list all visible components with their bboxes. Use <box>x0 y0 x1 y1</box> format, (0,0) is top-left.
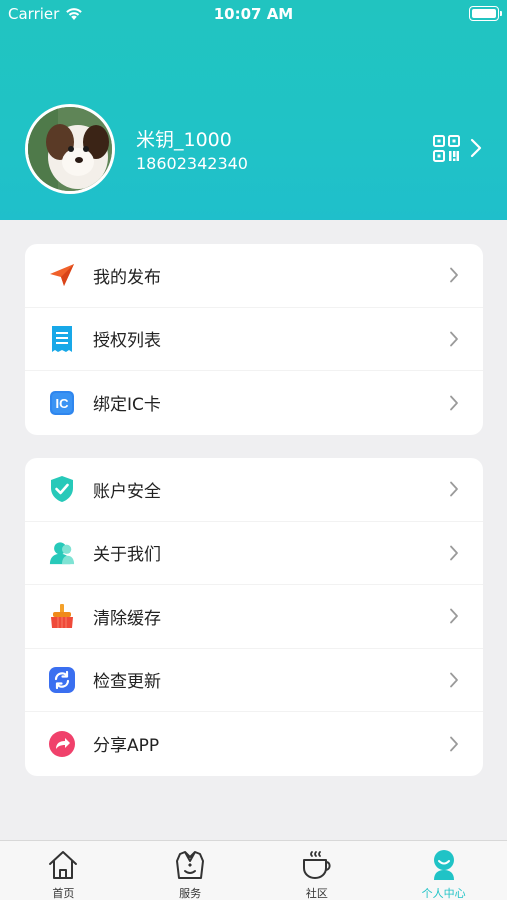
refresh-icon <box>49 666 75 693</box>
tab-label: 首页 <box>52 887 75 900</box>
menu-item-label: 关于我们 <box>93 545 161 566</box>
shield-check-icon <box>49 476 75 503</box>
chevron-right-icon <box>450 672 458 688</box>
menu-card-secondary: 账户安全 关于我们 清除缓存 检查更新 分享APP <box>25 458 483 776</box>
chevron-right-icon <box>450 481 458 497</box>
tab-profile[interactable]: 个人中心 <box>380 841 507 900</box>
qr-code-icon[interactable] <box>433 135 460 162</box>
tab-home[interactable]: 首页 <box>0 841 127 900</box>
chevron-right-icon <box>450 736 458 752</box>
avatar[interactable] <box>25 104 115 194</box>
chevron-right-icon <box>450 608 458 624</box>
tab-community[interactable]: 社区 <box>254 841 381 900</box>
chevron-right-icon[interactable] <box>469 138 483 158</box>
tab-label: 个人中心 <box>421 887 466 900</box>
menu-item-account-security[interactable]: 账户安全 <box>25 458 483 522</box>
profile-header: Carrier 10:07 AM 米钥_1000 18602342340 <box>0 0 507 220</box>
menu-item-label: 分享APP <box>93 736 160 757</box>
status-time: 10:07 AM <box>213 5 294 23</box>
menu-card-primary: 我的发布 授权列表 IC 绑定IC卡 <box>25 244 483 435</box>
menu-item-label: 绑定IC卡 <box>93 395 161 416</box>
menu-item-label: 清除缓存 <box>93 608 161 629</box>
chevron-right-icon <box>450 545 458 561</box>
service-icon <box>176 851 205 879</box>
chevron-right-icon <box>450 267 458 283</box>
paper-plane-icon <box>49 262 75 288</box>
share-icon <box>49 730 75 757</box>
chevron-right-icon <box>450 395 458 411</box>
coffee-cup-icon <box>302 851 331 879</box>
home-icon <box>49 851 78 879</box>
username: 米钥_1000 <box>136 129 232 151</box>
menu-item-my-posts[interactable]: 我的发布 <box>25 244 483 308</box>
tab-bar: 首页 服务 社区 个人中心 <box>0 840 507 900</box>
person-icon <box>433 850 454 880</box>
people-icon <box>49 540 75 566</box>
menu-item-about-us[interactable]: 关于我们 <box>25 522 483 585</box>
tab-label: 社区 <box>305 887 328 900</box>
chevron-right-icon <box>450 331 458 347</box>
phone-number: 18602342340 <box>136 154 248 173</box>
menu-item-label: 账户安全 <box>93 481 161 502</box>
tab-label: 服务 <box>179 887 202 900</box>
menu-item-check-update[interactable]: 检查更新 <box>25 649 483 712</box>
profile-info[interactable]: 米钥_1000 18602342340 <box>25 104 485 194</box>
menu-item-share-app[interactable]: 分享APP <box>25 712 483 776</box>
ic-card-icon: IC <box>49 390 75 416</box>
menu-item-authorization-list[interactable]: 授权列表 <box>25 308 483 371</box>
battery-icon <box>469 6 502 21</box>
menu-item-label: 授权列表 <box>93 331 161 352</box>
broom-icon <box>49 603 75 629</box>
menu-item-clear-cache[interactable]: 清除缓存 <box>25 585 483 649</box>
svg-text:IC: IC <box>56 396 70 411</box>
menu-item-bind-ic-card[interactable]: IC 绑定IC卡 <box>25 371 483 435</box>
document-list-icon <box>49 325 75 352</box>
tab-service[interactable]: 服务 <box>127 841 254 900</box>
status-bar: Carrier 10:07 AM <box>0 0 507 28</box>
menu-item-label: 我的发布 <box>93 267 161 288</box>
menu-item-label: 检查更新 <box>93 672 161 693</box>
